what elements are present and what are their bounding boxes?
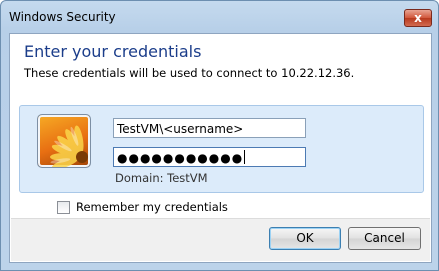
credentials-dialog: Windows Security x Enter your credential… [0, 0, 439, 271]
cancel-button[interactable]: Cancel [348, 227, 421, 250]
dialog-body: Enter your credentials These credentials… [9, 33, 432, 263]
password-field[interactable]: ●●●●●●●●●●● [113, 147, 306, 167]
title-bar[interactable]: Windows Security x [1, 1, 438, 33]
close-icon: x [414, 11, 422, 25]
username-field[interactable]: TestVM\<username> [113, 118, 306, 138]
domain-label: Domain: TestVM [115, 171, 208, 185]
text-caret [244, 150, 246, 164]
password-mask: ●●●●●●●●●●● [117, 151, 244, 165]
remember-label[interactable]: Remember my credentials [76, 200, 228, 214]
close-button[interactable]: x [404, 9, 432, 27]
button-bar: OK Cancel [11, 218, 430, 261]
remember-credentials-option[interactable]: Remember my credentials [57, 200, 228, 214]
remember-checkbox[interactable] [57, 200, 70, 214]
ok-button[interactable]: OK [269, 227, 341, 250]
dialog-heading: Enter your credentials [24, 42, 202, 61]
dialog-description: These credentials will be used to connec… [24, 66, 355, 80]
window-title: Windows Security [9, 10, 116, 24]
credential-tile[interactable]: TestVM\<username> ●●●●●●●●●●● Domain: Te… [19, 105, 424, 193]
user-tile-flower-icon [37, 114, 91, 168]
